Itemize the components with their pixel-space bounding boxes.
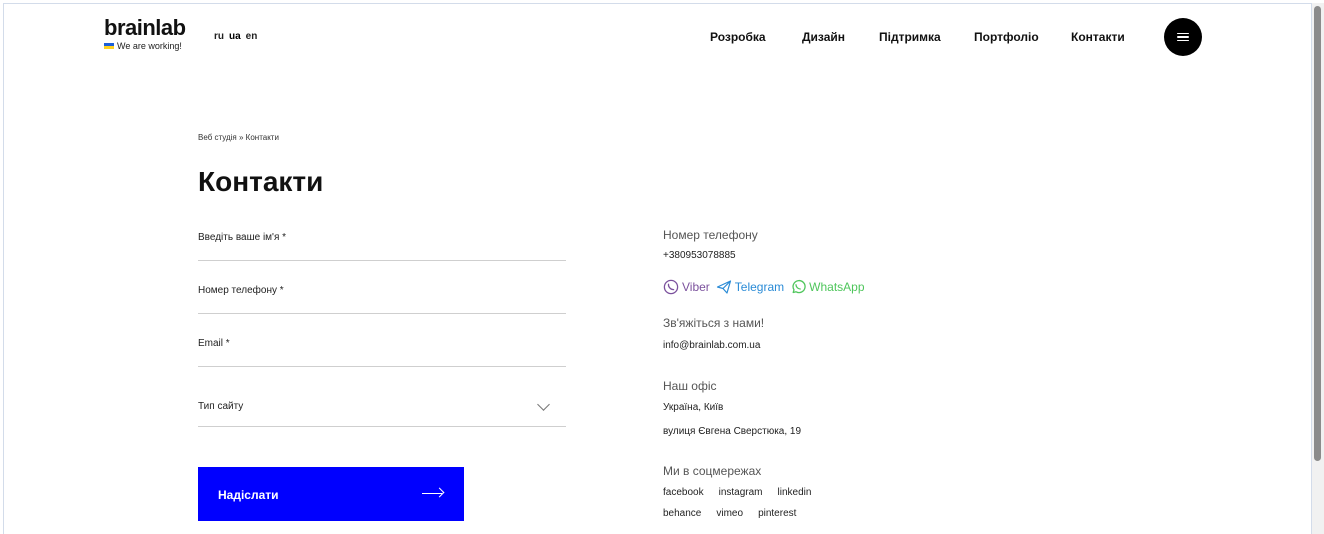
social-links-row-1: facebook instagram linkedin <box>663 487 811 498</box>
nav-portfolio[interactable]: Портфоліо <box>974 30 1039 44</box>
viber-label: Viber <box>682 280 710 294</box>
office-street: вулиця Євгена Сверстюка, 19 <box>663 426 802 437</box>
social-linkedin[interactable]: linkedin <box>778 487 812 498</box>
lang-en[interactable]: en <box>246 31 258 42</box>
social-links-row-2: behance vimeo pinterest <box>663 508 796 519</box>
social-facebook[interactable]: facebook <box>663 487 704 498</box>
phone-field-label: Номер телефону * <box>198 285 284 296</box>
site-type-select[interactable]: Тип сайту <box>198 386 566 427</box>
hamburger-icon <box>1177 32 1189 42</box>
viber-link[interactable]: Viber <box>663 279 710 295</box>
telegram-label: Telegram <box>734 280 785 294</box>
telegram-icon <box>716 280 731 294</box>
phone-number[interactable]: +380953078885 <box>663 250 736 261</box>
lang-ru[interactable]: ru <box>214 31 224 42</box>
ukraine-flag-icon <box>104 43 114 49</box>
social-pinterest[interactable]: pinterest <box>758 508 796 519</box>
brand-logo[interactable]: brainlab <box>104 16 186 40</box>
social-heading: Ми в соцмережах <box>663 464 762 478</box>
whatsapp-link[interactable]: WhatsApp <box>790 279 865 295</box>
page-frame <box>3 3 1312 534</box>
whatsapp-icon <box>792 279 806 294</box>
scrollbar[interactable] <box>1312 3 1324 534</box>
nav-contacts[interactable]: Контакти <box>1071 30 1125 44</box>
lang-ua[interactable]: ua <box>229 31 241 42</box>
submit-button[interactable]: Надіслати <box>198 467 464 521</box>
status-tagline: We are working! <box>104 41 182 51</box>
phone-heading: Номер телефону <box>663 228 758 242</box>
social-instagram[interactable]: instagram <box>719 487 763 498</box>
whatsapp-label: WhatsApp <box>809 280 865 294</box>
breadcrumb: Веб студія » Контакти <box>198 133 279 142</box>
name-field[interactable]: Введіть ваше ім'я * <box>198 226 566 261</box>
site-type-label: Тип сайту <box>198 401 244 412</box>
scrollbar-thumb[interactable] <box>1314 6 1321 461</box>
email-address[interactable]: info@brainlab.com.ua <box>663 340 760 351</box>
telegram-link[interactable]: Telegram <box>716 279 784 295</box>
messenger-links: Viber Telegram WhatsApp <box>663 279 865 295</box>
nav-design[interactable]: Дизайн <box>802 30 845 44</box>
viber-icon <box>663 279 679 295</box>
phone-field[interactable]: Номер телефону * <box>198 279 566 314</box>
office-city: Україна, Київ <box>663 402 724 413</box>
menu-button[interactable] <box>1164 18 1202 56</box>
email-heading: Зв'яжіться з нами! <box>663 316 765 330</box>
language-switcher: ru ua en <box>214 31 257 42</box>
name-field-label: Введіть ваше ім'я * <box>198 232 287 243</box>
submit-label: Надіслати <box>218 488 279 502</box>
tagline-text: We are working! <box>117 41 182 51</box>
nav-development[interactable]: Розробка <box>710 30 766 44</box>
email-field[interactable]: Email * <box>198 332 566 367</box>
page-title: Контакти <box>198 166 324 197</box>
nav-support[interactable]: Підтримка <box>879 30 941 44</box>
office-heading: Наш офіс <box>663 379 717 393</box>
social-vimeo[interactable]: vimeo <box>716 508 743 519</box>
social-behance[interactable]: behance <box>663 508 701 519</box>
email-field-label: Email * <box>198 338 230 349</box>
